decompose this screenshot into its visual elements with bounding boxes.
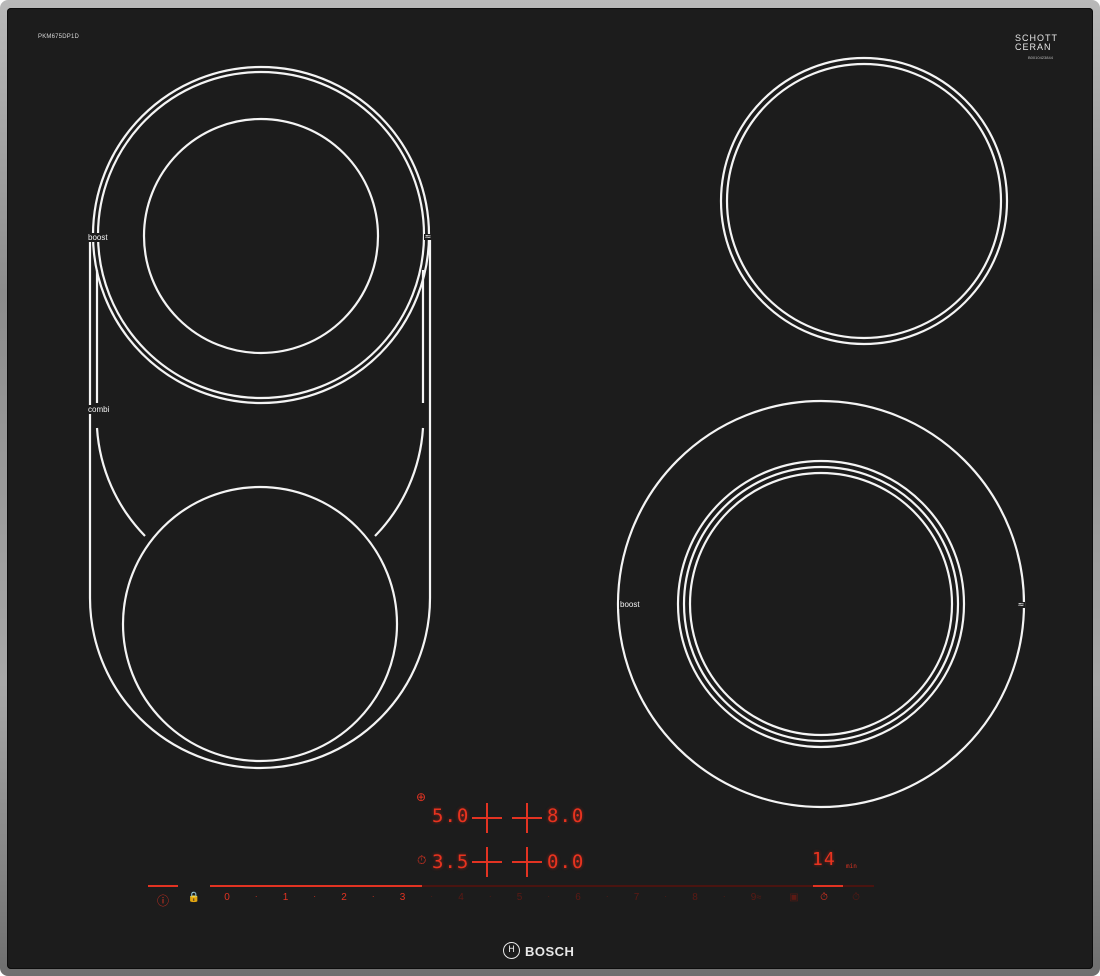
zone-rear-right[interactable] (719, 56, 1009, 346)
level-button-6[interactable]: 6 (570, 892, 586, 903)
zone-display-rear-left: 5.0 (432, 805, 470, 827)
power-indicator-bar (148, 885, 178, 887)
chef-timer-icon: ⊕ (416, 790, 427, 804)
timer-indicator-bar (813, 885, 843, 887)
bosch-logo-icon: H (503, 942, 520, 959)
zone-fl-inner-ring (142, 117, 380, 355)
level-half-step-5[interactable]: · (541, 892, 557, 901)
zone-front-right[interactable] (616, 399, 1026, 809)
zone-rear-left[interactable] (121, 485, 399, 763)
zone-display-rear-right: 8.0 (547, 805, 585, 827)
zone-fr-inner (688, 471, 954, 737)
zone-front-left-upper[interactable] (91, 65, 431, 405)
zone-display-front-right: 0.0 (547, 851, 585, 873)
boost-chevron-icon-right: ≈ (1017, 600, 1025, 609)
level-half-step-4[interactable]: · (482, 892, 498, 901)
level-half-step-6[interactable]: · (599, 892, 615, 901)
zone-cross-rear-left[interactable] (472, 803, 502, 833)
power-button[interactable]: ⓘ (155, 892, 171, 909)
combi-outer-outline (88, 240, 432, 770)
level-button-0[interactable]: 0 (219, 892, 235, 903)
level-button-9[interactable]: 9 (746, 892, 762, 903)
zone-fl-outer-ring-inner (96, 70, 426, 400)
level-button-7[interactable]: 7 (629, 892, 645, 903)
level-half-step-0[interactable]: · (248, 892, 264, 901)
boost-label-left: boost (87, 233, 109, 242)
boost-label-right: boost (619, 600, 641, 609)
level-button-3[interactable]: 3 (395, 892, 411, 903)
stopwatch-icon[interactable]: ⏱ (848, 892, 864, 903)
level-button-5[interactable]: 5 (512, 892, 528, 903)
cooktop-frame: PKM675DP1D SCHOTT CERAN B0010423844 boos… (0, 0, 1100, 976)
level-button-2[interactable]: 2 (336, 892, 352, 903)
level-half-step-8[interactable]: · (716, 892, 732, 901)
combi-right-arc (374, 427, 425, 537)
brand-name: BOSCH (525, 944, 575, 959)
zone-cross-front-left[interactable] (472, 847, 502, 877)
power-level-slider[interactable] (210, 885, 874, 887)
combi-label: combi (87, 405, 111, 414)
wipe-protect-icon[interactable]: ▣ (786, 892, 802, 903)
boost-chevron-icon: ≈ (424, 232, 432, 241)
level-half-step-2[interactable]: · (365, 892, 381, 901)
power-level-slider-fill (210, 885, 423, 887)
zone-cross-rear-right[interactable] (512, 803, 542, 833)
zone-fr-mid-inner (682, 465, 960, 743)
timer-icon: ⏱ (417, 853, 427, 867)
level-half-step-1[interactable]: · (307, 892, 323, 901)
timer-unit: min (846, 863, 857, 870)
zone-fr-mid (676, 459, 966, 749)
child-lock-icon[interactable]: 🔒 (186, 892, 202, 903)
timer-display: 14 (812, 849, 836, 870)
level-button-4[interactable]: 4 (453, 892, 469, 903)
combi-zone-outline[interactable] (88, 240, 432, 770)
combi-left-arc (95, 427, 146, 537)
zone-display-front-left: 3.5 (432, 851, 470, 873)
zone-cross-front-right[interactable] (512, 847, 542, 877)
ceramic-glass-surface: PKM675DP1D SCHOTT CERAN B0010423844 boos… (7, 8, 1093, 969)
level-half-step-3[interactable]: · (424, 892, 440, 901)
level-button-8[interactable]: 8 (687, 892, 703, 903)
level-button-1[interactable]: 1 (278, 892, 294, 903)
timer-select-icon[interactable]: ⏱ (816, 892, 832, 903)
level-half-step-7[interactable]: · (658, 892, 674, 901)
